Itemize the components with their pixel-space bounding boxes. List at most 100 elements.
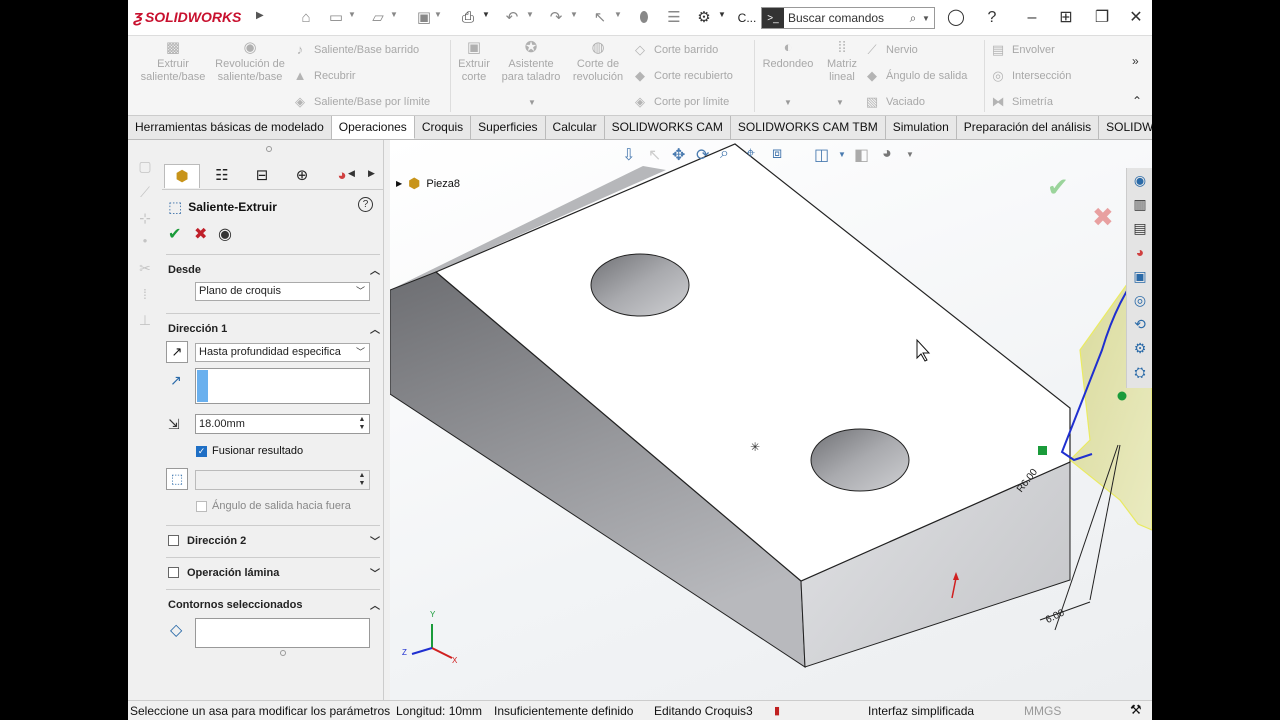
file-properties-icon[interactable]: ☰ — [664, 8, 684, 28]
rebuild-status-icon[interactable]: ▮ — [774, 704, 780, 717]
hide-show-icon[interactable]: ◧ — [854, 145, 869, 165]
rebuild-icon[interactable]: ⬮ — [634, 8, 654, 28]
custom-properties-icon[interactable]: ⟲ — [1130, 314, 1150, 334]
fillet-button[interactable]: ◐ Redondeo — [758, 40, 818, 71]
swept-cut-button[interactable]: ◇ Corte barrido — [632, 42, 718, 58]
ok-confirm-icon[interactable]: ✔ — [1047, 173, 1069, 203]
minimize-icon[interactable]: – — [1020, 6, 1044, 30]
file-explorer-icon[interactable]: ▤ — [1130, 218, 1150, 238]
selected-contours-field[interactable] — [195, 618, 370, 648]
tab-solidworks-cam-tbm[interactable]: SOLIDWORKS CAM TBM — [731, 116, 886, 139]
hole-2[interactable] — [810, 428, 910, 492]
revolve-cut-button[interactable]: ◍ Corte de revolución — [568, 40, 628, 84]
panel-resize-handle[interactable] — [266, 146, 272, 152]
swept-boss-button[interactable]: ♪ Saliente/Base barrido — [292, 42, 419, 57]
rotate-view-icon[interactable]: ⟳ — [696, 145, 709, 165]
user-account-icon[interactable]: ◯ — [944, 6, 968, 30]
linear-pattern-button[interactable]: ⁞⁞ Matriz lineal — [822, 40, 862, 84]
intersect-button[interactable]: ◎ Intersección — [990, 68, 1071, 84]
command-search-label[interactable]: C... — [734, 8, 760, 28]
tbm-icon[interactable]: ⛭ — [1130, 362, 1150, 382]
thin-feature-checkbox[interactable] — [168, 567, 179, 578]
hole-wizard-dropdown-icon[interactable]: ▼ — [528, 98, 536, 107]
pattern-icon[interactable]: ⁞ — [136, 286, 154, 304]
trim-icon[interactable]: ✂ — [136, 260, 154, 278]
search-dropdown-icon[interactable]: ▼ — [922, 14, 934, 23]
search-input[interactable]: Buscar comandos — [784, 11, 904, 25]
tab-sketch[interactable]: Croquis — [415, 116, 472, 139]
graphics-area[interactable]: ✳ ✔ ✖ R6.00 6.00 Y X Z ▶ ⬢ Pieza8 ⇩ ↖ ✥ … — [390, 140, 1152, 700]
forum-icon[interactable]: ◎ — [1130, 290, 1150, 310]
revolve-boss-button[interactable]: ◉ Revolución de saliente/base — [214, 40, 286, 84]
shell-button[interactable]: ▧ Vaciado — [864, 94, 925, 110]
appearance-icon[interactable]: ◕ — [882, 145, 892, 163]
close-icon[interactable]: ✕ — [1124, 6, 1148, 30]
merge-result-checkbox[interactable]: ✓ Fusionar resultado — [196, 445, 303, 457]
expand-tree-icon[interactable]: ▶ — [396, 179, 402, 188]
options-dropdown-icon[interactable]: ▼ — [718, 10, 726, 19]
expand-chevron-icon[interactable]: ﹀ — [370, 533, 380, 548]
loft-boss-button[interactable]: ▲ Recubrir — [292, 68, 356, 83]
customize-status-icon[interactable]: ⚒ — [1130, 702, 1142, 718]
ribbon-more-icon[interactable]: » — [1132, 54, 1139, 68]
direction2-checkbox[interactable] — [168, 535, 179, 546]
status-interface-mode[interactable]: Interfaz simplificada — [868, 704, 974, 718]
smart-dimension-icon[interactable]: ⊹ — [136, 210, 154, 228]
collapse-ribbon-icon[interactable]: ⌃ — [1132, 94, 1142, 108]
fillet-dropdown-icon[interactable]: ▼ — [784, 98, 792, 107]
tab-feature-manager[interactable]: ⬢ — [164, 164, 200, 188]
expand-chevron-icon[interactable]: ﹀ — [370, 565, 380, 580]
select-dropdown-icon[interactable]: ▼ — [614, 10, 622, 19]
tab-configuration-manager[interactable]: ⊟ — [244, 164, 280, 188]
restore-icon[interactable]: ❐ — [1090, 6, 1114, 30]
previous-view-icon[interactable]: ⌖ — [746, 145, 755, 163]
view-palette-icon[interactable]: ▣ — [1130, 266, 1150, 286]
collapse-chevron-icon[interactable]: ︿ — [370, 321, 380, 336]
section-thin-feature-header[interactable]: Operación lámina ﹀ — [168, 565, 380, 580]
preview-eye-icon[interactable]: ◉ — [218, 224, 232, 244]
draft-angle-input[interactable]: ▲ ▼ — [195, 470, 370, 490]
fullscreen-icon[interactable]: ⊞ — [1054, 6, 1078, 30]
view-orientation-icon[interactable]: ⇩ — [622, 145, 635, 165]
section-from-header[interactable]: Desde ︿ — [168, 262, 380, 278]
draft-toggle-button[interactable]: ⬚ — [166, 468, 188, 490]
command-search[interactable]: >_ Buscar comandos ⌕ ▼ — [761, 7, 935, 29]
save-dropdown-icon[interactable]: ▼ — [434, 10, 442, 19]
open-dropdown-icon[interactable]: ▼ — [390, 10, 398, 19]
section-direction2-header[interactable]: Dirección 2 ﹀ — [168, 533, 380, 548]
save-icon[interactable]: ▣ — [414, 8, 434, 28]
tab-dimxpert-manager[interactable]: ⊕ — [284, 164, 320, 188]
tabs-scroll-left-icon[interactable]: ◀ — [348, 168, 355, 179]
zoom-area-icon[interactable]: ⌕ — [720, 145, 729, 163]
tab-solidworks-cam[interactable]: SOLIDWORKS CAM — [605, 116, 731, 139]
draft-button[interactable]: ◆ Ángulo de salida — [864, 68, 967, 84]
options-gear-icon[interactable]: ⚙ — [694, 8, 714, 28]
tab-simulation[interactable]: Simulation — [886, 116, 957, 139]
direction-vector-field[interactable] — [195, 368, 370, 404]
tabs-scroll-right-icon[interactable]: ▶ — [368, 168, 375, 179]
undo-icon[interactable]: ↶ — [502, 8, 522, 28]
appearances-icon[interactable]: ◕ — [1130, 242, 1150, 262]
wrap-button[interactable]: ▤ Envolver — [990, 42, 1055, 58]
search-icon[interactable]: ⌕ — [904, 11, 922, 26]
panel-resize-handle[interactable] — [280, 650, 286, 656]
depth-spinner-icon[interactable]: ▲ ▼ — [357, 416, 367, 432]
hole-wizard-button[interactable]: ✪ Asistente para taladro — [496, 40, 566, 84]
boundary-cut-button[interactable]: ◈ Corte por límite — [632, 94, 729, 110]
collapse-chevron-icon[interactable]: ︿ — [370, 597, 380, 612]
redo-dropdown-icon[interactable]: ▼ — [570, 10, 578, 19]
tab-features[interactable]: Operaciones — [331, 116, 415, 139]
cancel-x-icon[interactable]: ✖ — [194, 224, 207, 244]
redo-icon[interactable]: ↷ — [546, 8, 566, 28]
draft-spinner-icon[interactable]: ▲ ▼ — [357, 472, 367, 488]
extrude-cut-button[interactable]: ▣ Extruir corte — [454, 40, 494, 84]
depth-input[interactable]: 18.00mm ▲ ▼ — [195, 414, 370, 434]
line-icon[interactable]: ⟋ — [136, 184, 154, 202]
hole-1[interactable] — [590, 253, 690, 317]
sketch-point-marker[interactable] — [1117, 391, 1127, 401]
tab-surfaces[interactable]: Superficies — [471, 116, 546, 139]
undo-dropdown-icon[interactable]: ▼ — [526, 10, 534, 19]
draft-outward-checkbox[interactable]: Ángulo de salida hacia fuera — [196, 500, 351, 512]
sketch-icon[interactable]: ▢ — [136, 158, 154, 176]
home-icon[interactable]: ⌂ — [296, 8, 316, 28]
